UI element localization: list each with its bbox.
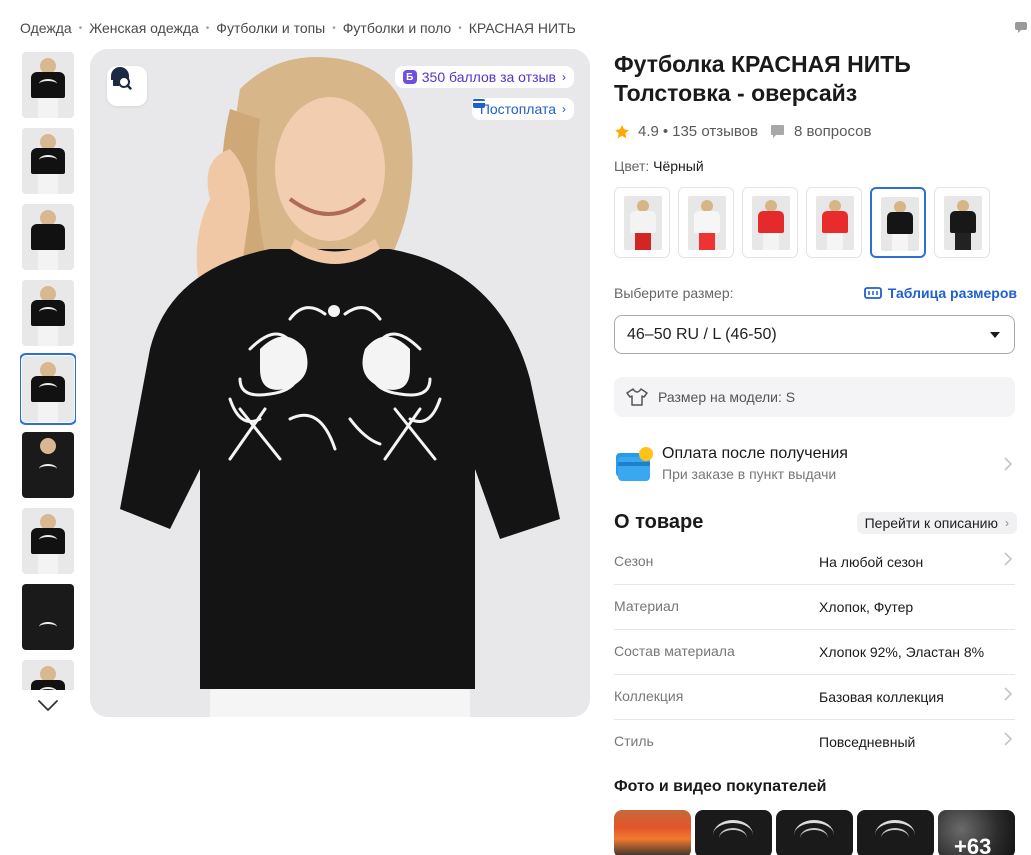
spec-row: Материал Хлопок, Футер [614,585,1015,630]
size-select[interactable]: 46–50 RU / L (46-50) [614,315,1015,354]
spec-value: Базовая коллекция [819,689,944,705]
size-label: Выберите размер: [614,285,734,301]
spec-value: Хлопок 92%, Эластан 8% [819,644,985,660]
buyer-photos-title: Фото и видео покупателей [614,778,827,795]
color-swatch[interactable] [614,187,670,258]
breadcrumb-item-clothes[interactable]: Одежда [20,20,72,36]
thumbnail[interactable] [22,584,74,650]
more-photos-count: +63 [954,834,992,855]
postpay-button[interactable]: Постоплата › [471,98,574,120]
product-title: Футболка КРАСНАЯ НИТЬ Толстовка - оверса… [614,51,911,106]
points-for-review-button[interactable]: Б 350 баллов за отзыв › [394,66,574,88]
color-value: Чёрный [653,158,704,174]
spec-key: Состав материала [614,643,735,659]
question-icon [770,125,784,138]
breadcrumb-item-brand[interactable]: КРАСНАЯ НИТЬ [469,20,576,36]
chevron-right-icon: › [562,70,566,84]
model-size-info: Размер на модели: S [614,377,1015,417]
breadcrumb-separator: • [205,22,210,34]
postpay-label: Постоплата [479,101,556,117]
spec-key: Стиль [614,733,654,749]
payment-after-receipt[interactable]: Оплата после получения При заказе в пунк… [614,443,1015,487]
tshirt-icon [626,388,648,406]
chevron-down-icon[interactable] [36,696,60,714]
spec-list: Сезон На любой сезон Материал Хлопок, Фу… [614,540,1015,765]
thumbnail[interactable] [22,280,74,346]
separator-dot: • [662,123,669,140]
buyer-photo[interactable] [614,810,691,855]
rating-row: 4.9 • 135 отзывов 8 вопросов [614,123,871,140]
thumbnail[interactable] [22,52,74,118]
ruler-icon [863,287,882,299]
spec-value: Хлопок, Футер [819,599,914,615]
points-label: 350 баллов за отзыв [421,69,556,85]
spec-key: Коллекция [614,688,684,704]
size-table-label: Таблица размеров [887,285,1017,301]
reviews-link[interactable]: 135 отзывов [672,123,758,140]
thumbnail[interactable] [22,432,74,498]
star-icon [615,124,629,138]
chevron-right-icon: › [562,102,566,116]
buyer-photos-strip: +63 [614,810,1019,855]
chat-icon[interactable] [1015,20,1029,34]
spec-value: На любой сезон [819,554,924,570]
color-swatch[interactable] [742,187,798,258]
color-swatch[interactable] [678,187,734,258]
color-label-text: Цвет: [614,158,650,174]
thumbnail[interactable] [22,660,74,690]
payment-subtitle: При заказе в пункт выдачи [662,466,837,482]
buyer-photo[interactable] [857,810,934,855]
color-swatches [614,187,998,258]
size-selected-value: 46–50 RU / L (46-50) [627,325,777,343]
color-swatch[interactable] [806,187,862,258]
go-to-description-button[interactable]: Перейти к описанию › [856,512,1017,534]
credit-card-icon [616,447,653,481]
spec-row[interactable]: Коллекция Базовая коллекция [614,675,1015,720]
thumbnail-active[interactable] [20,353,76,425]
about-product-title: О товаре [614,511,704,533]
visual-search-icon [111,67,132,90]
spec-row[interactable]: Стиль Повседневный [614,720,1015,765]
size-table-link[interactable]: Таблица размеров [863,285,1017,301]
caret-down-icon [990,332,1000,338]
go-to-description-label: Перейти к описанию [864,515,998,531]
color-swatch-selected[interactable] [870,187,926,258]
model-size-text: Размер на модели: S [658,389,796,405]
spec-value: Повседневный [819,734,916,750]
chevron-right-icon [1004,457,1013,471]
spec-key: Материал [614,598,679,614]
payment-title: Оплата после получения [662,445,848,462]
spec-row[interactable]: Сезон На любой сезон [614,540,1015,585]
points-badge-icon: Б [402,70,417,84]
rating-value: 4.9 [638,123,659,140]
product-photo-illustration [90,49,590,717]
buyer-photo[interactable] [776,810,853,855]
color-label: Цвет: Чёрный [614,158,704,174]
breadcrumb-item-womens-clothes[interactable]: Женская одежда [89,20,199,36]
buyer-photo-more[interactable]: +63 [938,810,1015,855]
buyer-photo[interactable] [695,810,772,855]
questions-link[interactable]: 8 вопросов [794,123,871,140]
chevron-right-icon [1004,732,1013,746]
breadcrumb-item-tshirts-tops[interactable]: Футболки и топы [216,20,325,36]
chevron-right-icon [1004,552,1013,566]
thumbnail[interactable] [22,128,74,194]
color-swatch[interactable] [934,187,990,258]
main-product-photo[interactable]: Б 350 баллов за отзыв › Постоплата › [90,49,590,717]
thumbnail[interactable] [22,508,74,574]
chevron-right-icon: › [1005,516,1009,530]
visual-search-button[interactable] [107,66,147,106]
spec-key: Сезон [614,553,654,569]
breadcrumb-separator: • [332,22,336,34]
chevron-right-icon [1004,687,1013,701]
breadcrumb-separator: • [78,22,83,34]
breadcrumb-separator: • [458,22,462,34]
breadcrumb-item-tshirts-polo[interactable]: Футболки и поло [343,20,451,36]
spec-row: Состав материала Хлопок 92%, Эластан 8% [614,630,1015,675]
thumbnail[interactable] [22,204,74,270]
postpay-icon [472,99,485,108]
breadcrumb: Одежда • Женская одежда • Футболки и топ… [20,20,576,36]
thumbnail-list [20,50,76,690]
